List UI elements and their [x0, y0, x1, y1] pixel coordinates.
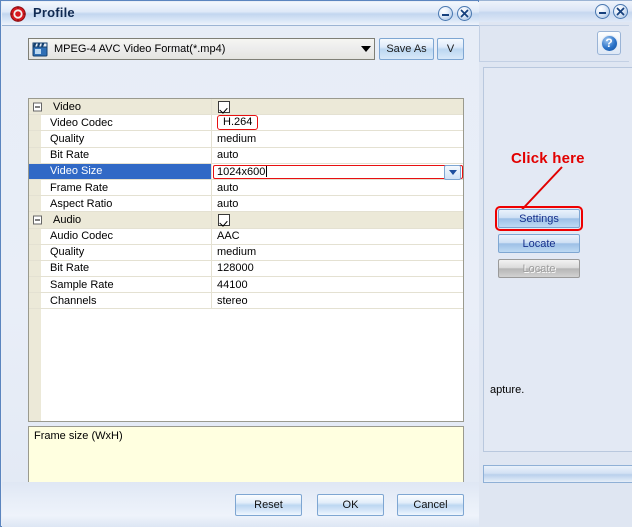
row-name: Aspect Ratio	[50, 197, 113, 210]
background-window-body: ? Click here Settings Locate Locate aptu…	[474, 22, 632, 527]
row-value[interactable]: 44100	[212, 277, 463, 292]
minimize-icon[interactable]	[438, 6, 453, 21]
video-size-value: 1024x600	[217, 165, 266, 178]
text-caret	[266, 166, 268, 178]
video-enabled-checkbox[interactable]	[218, 100, 230, 113]
column-divider	[211, 163, 212, 179]
background-statusbar	[483, 465, 632, 483]
grid-rows: Video Video Codec H.264 Quality medium B…	[29, 99, 463, 310]
table-row[interactable]: Bit Rate 128000	[29, 260, 463, 278]
table-row[interactable]: Video Codec H.264	[29, 115, 463, 132]
background-body-text: apture.	[490, 384, 525, 396]
profile-format-select[interactable]: MPEG-4 AVC Video Format(*.mp4)	[28, 38, 375, 60]
v-label: V	[446, 43, 455, 55]
table-row[interactable]: Quality medium	[29, 131, 463, 148]
row-value[interactable]: 128000	[212, 261, 463, 276]
profile-format-value: MPEG-4 AVC Video Format(*.mp4)	[54, 43, 226, 55]
table-row[interactable]: Sample Rate 44100	[29, 277, 463, 294]
reset-label: Reset	[254, 499, 283, 511]
row-name: Audio	[53, 213, 82, 226]
close-icon[interactable]	[457, 6, 472, 21]
background-toolbar: ?	[479, 25, 629, 62]
row-name: Video	[53, 100, 81, 113]
row-name: Frame Rate	[50, 181, 109, 194]
profile-dialog-body: MPEG-4 AVC Video Format(*.mp4) Save As V…	[2, 26, 479, 492]
row-value[interactable]: auto	[212, 148, 463, 163]
background-options-panel: Click here Settings Locate Locate apture…	[483, 67, 632, 452]
minimize-icon[interactable]	[595, 4, 610, 19]
table-row-selected[interactable]: Video Size 1024x600	[29, 163, 463, 180]
video-clapper-icon	[32, 42, 48, 57]
row-name: Audio Codec	[50, 230, 113, 243]
video-size-input[interactable]: 1024x600	[213, 164, 463, 179]
table-row[interactable]: Aspect Ratio auto	[29, 196, 463, 213]
row-name: Video Codec	[50, 116, 113, 129]
profile-dialog-titlebar[interactable]: Profile	[2, 2, 479, 26]
row-name: Quality	[50, 132, 85, 145]
cancel-label: Cancel	[413, 499, 448, 511]
table-row[interactable]: Audio Codec AAC	[29, 228, 463, 245]
row-value[interactable]: auto	[212, 196, 463, 211]
close-icon[interactable]	[613, 4, 628, 19]
v-button[interactable]: V	[437, 38, 464, 60]
audio-enabled-checkbox[interactable]	[218, 213, 230, 226]
row-name: Video Size	[29, 163, 211, 179]
save-as-button[interactable]: Save As	[379, 38, 434, 60]
help-button[interactable]: ?	[597, 31, 621, 55]
help-question-icon: ?	[600, 34, 618, 52]
page-title: Profile	[33, 5, 75, 20]
profile-dialog-window-controls	[438, 6, 472, 21]
profile-dialog-footer: Reset OK Cancel	[2, 482, 479, 527]
cancel-button[interactable]: Cancel	[397, 494, 464, 516]
row-name: Sample Rate	[50, 278, 114, 291]
table-row[interactable]: Channels stereo	[29, 293, 463, 310]
profile-property-grid[interactable]: Video Video Codec H.264 Quality medium B…	[28, 98, 464, 422]
locate-button[interactable]: Locate	[498, 234, 580, 253]
row-name: Bit Rate	[50, 149, 90, 162]
row-value[interactable]	[212, 99, 463, 114]
table-row[interactable]: Quality medium	[29, 244, 463, 261]
table-row[interactable]: Bit Rate auto	[29, 147, 463, 164]
locate-button-disabled: Locate	[498, 259, 580, 278]
background-window-titlebar	[474, 0, 632, 22]
background-window-controls	[595, 4, 628, 19]
save-as-label: Save As	[386, 43, 427, 55]
video-codec-value: H.264	[217, 115, 259, 131]
table-row[interactable]: Audio	[29, 212, 463, 229]
row-value[interactable]: medium	[212, 245, 463, 260]
locate-button-disabled-label: Locate	[522, 262, 556, 275]
screen: ? Click here Settings Locate Locate aptu…	[0, 0, 632, 527]
row-value[interactable]: H.264	[212, 115, 463, 131]
row-value[interactable]	[212, 212, 463, 227]
ok-label: OK	[342, 499, 359, 511]
row-name: Quality	[50, 246, 85, 259]
row-name: Channels	[50, 294, 97, 307]
profile-gear-icon	[10, 6, 26, 22]
row-name: Bit Rate	[50, 262, 90, 275]
ok-button[interactable]: OK	[317, 494, 384, 516]
row-value[interactable]: medium	[212, 131, 463, 146]
profile-dialog: Profile MPEG-4 AVC Video Format(*.mp4) S…	[0, 0, 479, 527]
video-size-dropdown-icon[interactable]	[444, 164, 461, 180]
row-value[interactable]: auto	[212, 180, 463, 195]
reset-button[interactable]: Reset	[235, 494, 302, 516]
locate-button-label: Locate	[522, 237, 556, 250]
chevron-down-icon[interactable]	[361, 46, 371, 52]
table-row[interactable]: Video	[29, 99, 463, 116]
row-value[interactable]: stereo	[212, 293, 463, 308]
table-row[interactable]: Frame Rate auto	[29, 179, 463, 197]
settings-highlight-box	[495, 206, 583, 231]
row-value[interactable]: AAC	[212, 229, 463, 244]
